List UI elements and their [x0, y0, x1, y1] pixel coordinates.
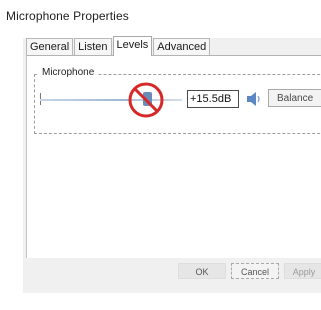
window-title: Microphone Properties [6, 9, 129, 23]
cancel-button[interactable]: Cancel [231, 263, 279, 279]
tab-listen[interactable]: Listen [74, 38, 112, 55]
microphone-group-label: Microphone [39, 67, 98, 78]
tab-general[interactable]: General [26, 38, 74, 55]
tab-strip: General Listen Levels Advanced [26, 36, 211, 56]
prohibited-icon [127, 81, 165, 119]
levels-tab-content: Microphone [26, 55, 321, 258]
apply-button[interactable]: Apply [284, 263, 321, 279]
balance-button[interactable]: Balance [268, 89, 321, 107]
speaker-icon[interactable] [244, 90, 264, 108]
ok-button[interactable]: OK [178, 263, 226, 279]
tab-advanced[interactable]: Advanced [153, 38, 211, 55]
tab-levels[interactable]: Levels [112, 36, 153, 56]
level-value-field[interactable]: +15.5dB [187, 90, 239, 108]
